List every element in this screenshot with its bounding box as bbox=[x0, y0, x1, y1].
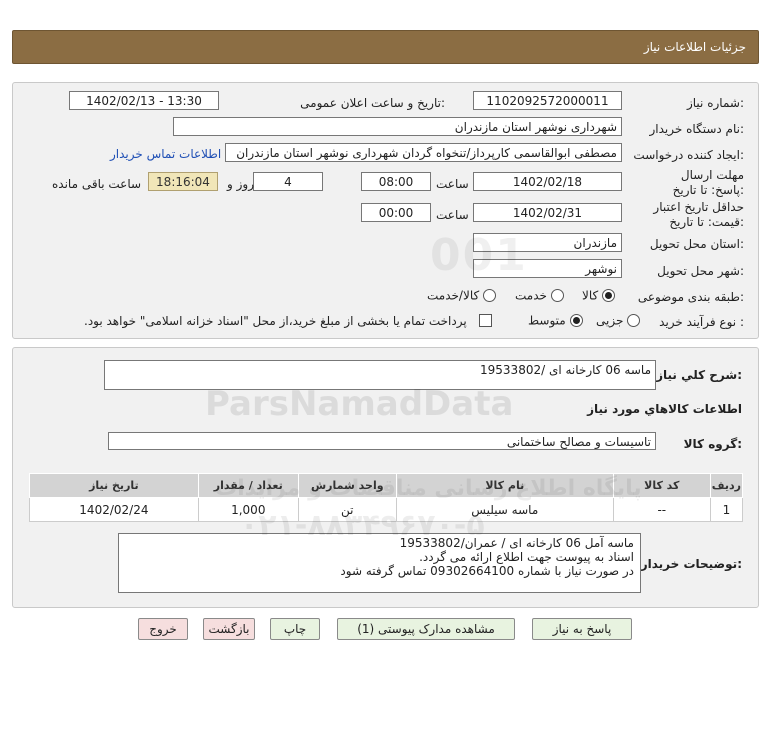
category-goods-label: کالا bbox=[582, 288, 599, 303]
validity-time-field: 00:00 bbox=[361, 203, 431, 222]
need-number-label: شماره نیاز: bbox=[686, 96, 744, 110]
category-service-radio[interactable] bbox=[550, 289, 564, 302]
reply-time-field: 08:00 bbox=[361, 172, 431, 191]
days-label: روز و bbox=[227, 177, 254, 191]
process-option-minor[interactable]: جزیی bbox=[596, 313, 641, 328]
requester-label: ایجاد کننده درخواست: bbox=[633, 148, 744, 162]
attachments-button[interactable]: مشاهده مدارک پیوستی (1) bbox=[337, 618, 515, 640]
col-qty: تعداد / مقدار bbox=[197, 473, 299, 498]
category-goods-radio[interactable] bbox=[602, 289, 616, 302]
cell-name: ماسه سیلیس bbox=[395, 497, 614, 522]
exit-button[interactable]: خروج bbox=[138, 618, 188, 640]
col-unit: واحد شمارش bbox=[297, 473, 397, 498]
announce-date-field: 1402/02/13 - 13:30 bbox=[69, 91, 219, 110]
cell-code: -- bbox=[612, 497, 711, 522]
col-name: نام کالا bbox=[395, 473, 614, 498]
cell-row: 1 bbox=[709, 497, 744, 522]
buyer-notes-label: توضیحات خریدار: bbox=[640, 557, 742, 571]
col-row: ردیف bbox=[709, 473, 744, 498]
cell-unit: تن bbox=[297, 497, 397, 522]
process-medium-radio[interactable] bbox=[569, 314, 583, 327]
days-remaining-field: 4 bbox=[253, 172, 323, 191]
process-option-medium[interactable]: متوسط bbox=[528, 313, 583, 328]
buyer-contact-link[interactable]: اطلاعات تماس خریدار bbox=[110, 147, 221, 161]
reply-date-field: 1402/02/18 bbox=[473, 172, 622, 191]
buyer-notes-box: ماسه آمل 06 کارخانه ای / عمران/19533802 … bbox=[118, 533, 641, 593]
print-button[interactable]: چاپ bbox=[270, 618, 320, 640]
summary-field: ماسه 06 کارخانه ای /19533802 bbox=[104, 360, 656, 390]
back-button[interactable]: بازگشت bbox=[203, 618, 255, 640]
category-option-both[interactable]: کالا/خدمت bbox=[427, 288, 497, 303]
remaining-label: ساعت باقی مانده bbox=[52, 177, 142, 191]
announce-date-label: تاریخ و ساعت اعلان عمومی: bbox=[300, 96, 445, 110]
buyer-org-label: نام دستگاه خریدار: bbox=[649, 122, 745, 136]
category-both-radio[interactable] bbox=[483, 289, 497, 302]
col-date: تاریخ نیاز bbox=[29, 473, 199, 498]
col-code: کد کالا bbox=[612, 473, 711, 498]
buyer-note-line: در صورت نیاز با شماره 09302664100 تماس گ… bbox=[340, 564, 634, 578]
page-title: جزئیات اطلاعات نیاز bbox=[643, 40, 746, 54]
goods-table: ردیف کد کالا نام کالا واحد شمارش تعداد /… bbox=[29, 473, 744, 522]
summary-label: شرح کلي نياز: bbox=[656, 368, 742, 382]
process-medium-label: متوسط bbox=[528, 313, 566, 328]
cell-date: 1402/02/24 bbox=[29, 497, 199, 522]
need-number-field: 1102092572000011 bbox=[473, 91, 622, 110]
reply-button[interactable]: پاسخ به نیاز bbox=[532, 618, 632, 640]
treasury-payment-note: پرداخت تمام یا بخشی از مبلغ خرید،از محل … bbox=[84, 314, 467, 328]
process-minor-label: جزیی bbox=[596, 313, 624, 328]
remaining-time-field: 18:16:04 bbox=[148, 172, 218, 191]
validity-hour-label: ساعت bbox=[436, 208, 469, 222]
validity-label: حداقل تاریخ اعتبار قیمت: تا تاریخ: bbox=[653, 200, 744, 229]
process-minor-radio[interactable] bbox=[627, 314, 641, 327]
page-header: جزئیات اطلاعات نیاز bbox=[12, 30, 759, 64]
city-field: نوشهر bbox=[473, 259, 622, 278]
category-option-service[interactable]: خدمت bbox=[515, 288, 564, 303]
buyer-note-line: اسناد به پیوست جهت اطلاع ارائه می گردد. bbox=[419, 550, 634, 564]
treasury-payment-checkbox[interactable] bbox=[479, 314, 492, 327]
province-label: استان محل تحویل: bbox=[649, 237, 744, 251]
cell-qty: 1,000 bbox=[197, 497, 299, 522]
buyer-note-line: ماسه آمل 06 کارخانه ای / عمران/19533802 bbox=[399, 536, 634, 550]
category-label: طبقه بندی موضوعی: bbox=[637, 290, 744, 304]
requester-field: مصطفی ابوالقاسمی کارپرداز/تنخواه گردان ش… bbox=[225, 143, 622, 162]
process-label: نوع فرآیند خرید : bbox=[659, 315, 744, 329]
category-both-label: کالا/خدمت bbox=[427, 288, 480, 303]
reply-deadline-label: مهلت ارسال پاسخ: تا تاریخ: bbox=[672, 168, 744, 197]
category-service-label: خدمت bbox=[515, 288, 547, 303]
goods-group-field: تاسیسات و مصالح ساختمانی bbox=[108, 432, 656, 450]
goods-group-label: گروه کالا: bbox=[683, 437, 742, 451]
province-field: مازندران bbox=[473, 233, 622, 252]
category-option-goods[interactable]: کالا bbox=[582, 288, 616, 303]
table-row: 1 -- ماسه سیلیس تن 1,000 1402/02/24 bbox=[29, 497, 744, 522]
city-label: شهر محل تحویل: bbox=[657, 264, 744, 278]
goods-table-header: ردیف کد کالا نام کالا واحد شمارش تعداد /… bbox=[29, 473, 744, 498]
goods-info-title: اطلاعات کالاهاي مورد نياز bbox=[587, 402, 742, 416]
reply-hour-label: ساعت bbox=[436, 177, 469, 191]
validity-date-field: 1402/02/31 bbox=[473, 203, 622, 222]
buyer-org-field: شهرداری نوشهر استان مازندران bbox=[173, 117, 622, 136]
